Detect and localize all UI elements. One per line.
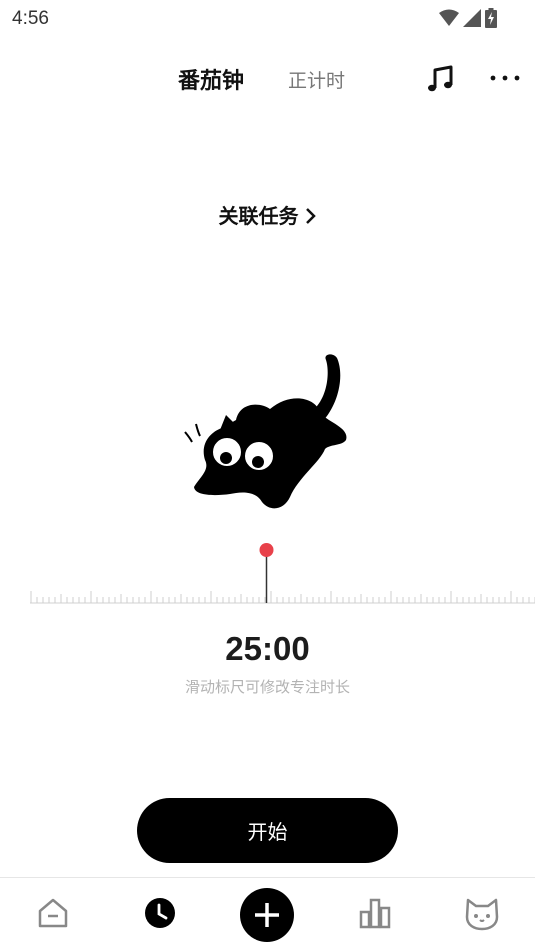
cellular-signal-icon — [463, 9, 481, 31]
ruler-handle[interactable] — [259, 543, 274, 557]
more-button[interactable] — [488, 61, 522, 95]
add-icon — [240, 888, 294, 942]
status-bar: 4:56 — [0, 0, 535, 38]
link-task-button[interactable]: 关联任务 — [0, 200, 535, 230]
tab-count-up[interactable]: 正计时 — [288, 66, 345, 93]
duration-ruler-slider[interactable] — [0, 540, 535, 610]
battery-charging-icon — [485, 8, 497, 32]
home-icon — [38, 898, 68, 928]
stats-icon — [359, 898, 391, 929]
link-task-label: 关联任务 — [218, 204, 299, 228]
cat-illustration — [180, 352, 355, 517]
cat-icon — [465, 898, 499, 931]
more-icon — [490, 75, 520, 81]
nav-stats[interactable] — [350, 888, 400, 938]
tab-pomodoro[interactable]: 番茄钟 — [178, 63, 244, 95]
clock-icon — [145, 898, 175, 928]
timer-display: 25:00 — [225, 630, 310, 667]
ruler-ticks — [30, 591, 535, 603]
music-note-icon — [428, 65, 453, 92]
status-time: 4:56 — [12, 8, 49, 29]
wifi-icon — [439, 9, 459, 31]
status-icons — [439, 8, 497, 32]
timer-hint: 滑动标尺可修改专注时长 — [184, 678, 350, 696]
chevron-right-icon — [305, 206, 317, 230]
top-bar: 番茄钟 正计时 — [0, 55, 535, 101]
music-button[interactable] — [424, 61, 458, 95]
nav-timer[interactable] — [135, 888, 185, 938]
nav-home[interactable] — [28, 888, 78, 938]
nav-add[interactable] — [237, 885, 297, 945]
start-button[interactable]: 开始 — [137, 798, 398, 863]
nav-pet[interactable] — [457, 888, 507, 938]
bottom-nav — [0, 877, 535, 951]
